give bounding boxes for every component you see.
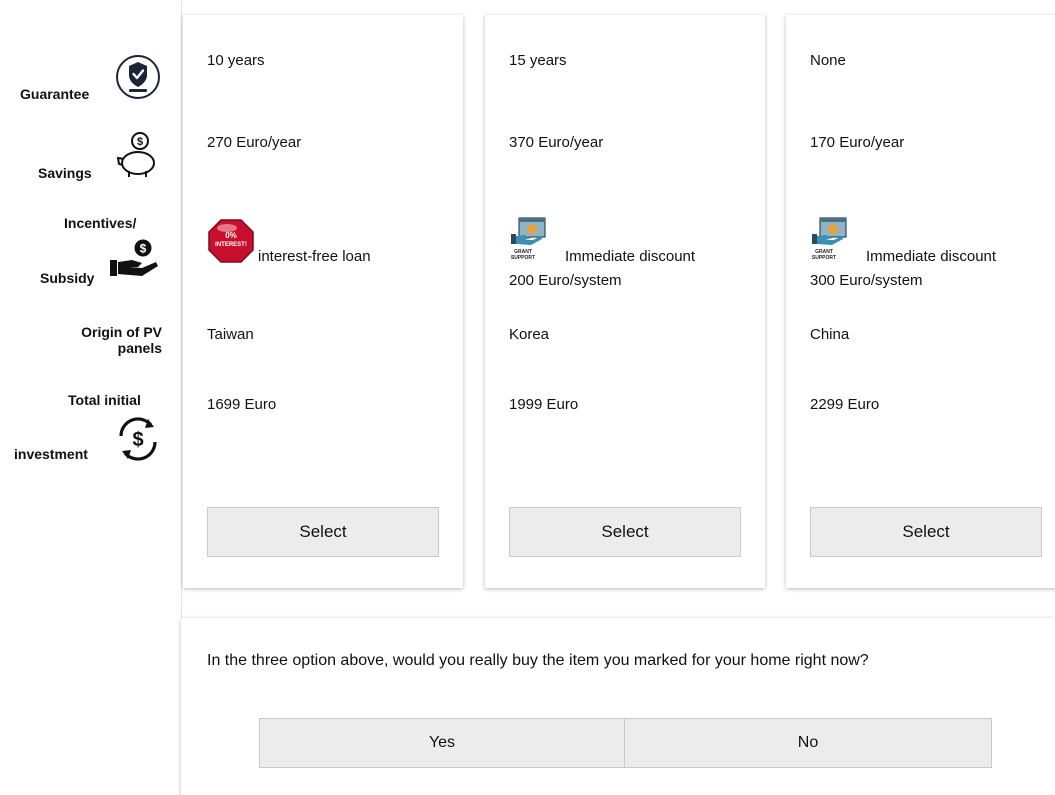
origin-value: Taiwan [207,326,254,343]
subsidy-value: interest-free loan [258,248,371,265]
svg-text:$: $ [140,242,147,256]
subsidy-amount: 200 Euro/system [509,272,622,289]
origin-value: Korea [509,326,550,343]
svg-text:$: $ [132,429,143,451]
select-button-option-1[interactable]: Select [207,507,439,557]
row-label-investment: investment [14,446,88,462]
svg-text:SUPPORT: SUPPORT [812,255,836,261]
subsidy-amount: 300 Euro/system [810,272,923,289]
select-button-option-2[interactable]: Select [509,507,741,557]
guarantee-badge-icon [114,54,164,105]
choice-experiment-page: Guarantee Savings $ Incentives/ Subsidy … [0,0,1055,795]
savings-value: 170 Euro/year [810,134,905,151]
no-button[interactable]: No [624,718,992,768]
zero-interest-stop-sign-icon: 0% INTEREST! [207,218,255,269]
piggy-bank-icon: $ [112,130,162,185]
dollar-cycle-icon: $ [113,414,163,469]
svg-text:SUPPORT: SUPPORT [511,255,535,261]
origin-value: China [810,326,850,343]
yes-button[interactable]: Yes [259,718,625,768]
svg-text:0%: 0% [225,231,237,240]
savings-value: 370 Euro/year [509,134,604,151]
row-label-savings: Savings [38,165,92,181]
subsidy-value: Immediate discount [866,248,997,265]
purchase-question-panel: In the three option above, would you rea… [181,618,1055,795]
guarantee-value: 15 years [509,52,567,69]
subsidy-value: Immediate discount [565,248,696,265]
investment-value: 1699 Euro [207,396,277,413]
question-text: In the three option above, would you rea… [207,652,869,669]
option-card-2: 15 years 370 Euro/year GRANT SUPPORT Imm… [485,15,765,588]
savings-value: 270 Euro/year [207,134,302,151]
svg-text:$: $ [137,136,143,148]
svg-text:INTEREST!: INTEREST! [215,242,247,248]
grant-support-icon: GRANT SUPPORT [509,217,547,266]
option-card-3: None 170 Euro/year GRANT SUPPORT Immedia… [786,15,1055,588]
grant-support-icon: GRANT SUPPORT [810,217,848,266]
row-label-incentives: Incentives/ [64,215,137,231]
investment-value: 1999 Euro [509,396,579,413]
row-label-origin: Origin of PV panels [81,324,162,356]
row-label-subsidy-text: Subsidy [40,270,95,286]
guarantee-value: 10 years [207,52,265,69]
select-button-option-3[interactable]: Select [810,507,1042,557]
investment-value: 2299 Euro [810,396,880,413]
hand-coin-icon: $ [108,238,162,287]
guarantee-value: None [810,52,846,69]
row-label-total-initial: Total initial [68,392,141,408]
row-label-guarantee: Guarantee [20,86,90,102]
option-card-1: 10 years 270 Euro/year 0% INTEREST! inte… [183,15,463,588]
